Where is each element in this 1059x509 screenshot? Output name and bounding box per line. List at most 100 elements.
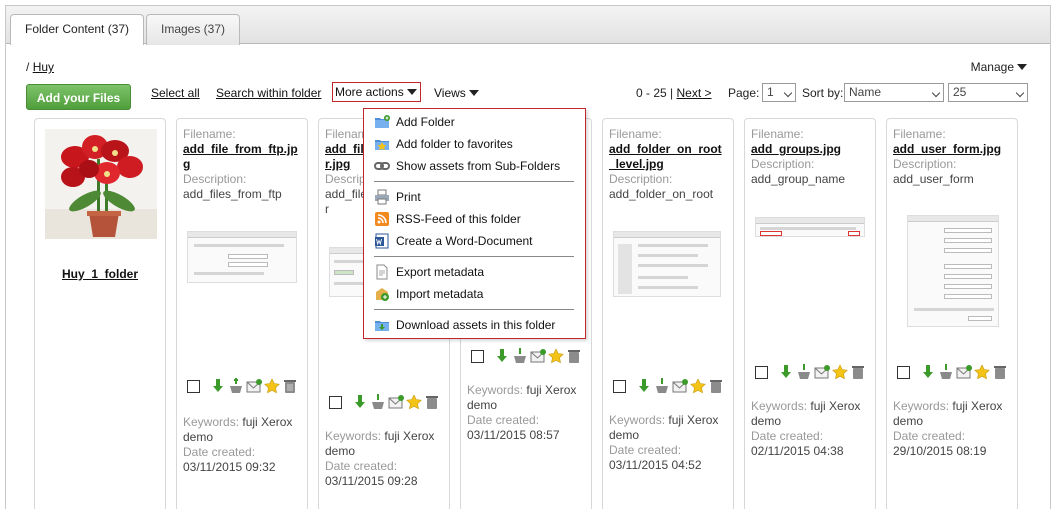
sort-select-value: Name xyxy=(849,85,882,99)
select-checkbox[interactable] xyxy=(755,365,768,379)
download-icon[interactable] xyxy=(636,378,652,394)
breadcrumb-current[interactable]: Huy xyxy=(33,60,54,74)
sort-select[interactable]: Name xyxy=(844,83,944,102)
manage-menu[interactable]: Manage xyxy=(971,60,1027,74)
chevron-down-icon xyxy=(931,88,941,98)
download-icon[interactable] xyxy=(352,394,368,410)
date-created-value: 03/11/2015 08:57 xyxy=(467,428,560,442)
tab-folder-content[interactable]: Folder Content (37) xyxy=(10,14,145,45)
asset-card[interactable]: Filename: add_user_form.jpg Description:… xyxy=(886,118,1018,509)
add-to-basket-icon[interactable] xyxy=(370,394,386,410)
trash-icon[interactable] xyxy=(850,364,866,380)
add-to-basket-icon[interactable] xyxy=(796,364,812,380)
favorite-star-icon[interactable] xyxy=(548,348,564,364)
more-actions-button[interactable]: More actions xyxy=(332,82,421,102)
add-folder-icon xyxy=(374,114,390,130)
trash-icon[interactable] xyxy=(992,364,1008,380)
select-checkbox[interactable] xyxy=(897,365,910,379)
asset-card[interactable]: Filename: add_file_from_ftp.jpg Descript… xyxy=(176,118,308,509)
page-select[interactable]: 1 xyxy=(762,83,796,102)
menu-divider xyxy=(374,181,574,182)
link-icon xyxy=(374,158,390,174)
favorite-star-icon[interactable] xyxy=(974,364,990,380)
folder-thumbnail[interactable] xyxy=(45,129,157,239)
next-page-link[interactable]: Next > xyxy=(676,86,711,100)
select-checkbox[interactable] xyxy=(471,349,484,363)
favorite-star-icon[interactable] xyxy=(832,364,848,380)
date-created-value: 03/11/2015 04:52 xyxy=(609,458,702,472)
breadcrumb: / Huy xyxy=(26,60,54,74)
folder-name-link[interactable]: Huy_1_folder xyxy=(35,267,165,281)
add-to-basket-icon[interactable] xyxy=(654,378,670,394)
add-files-button[interactable]: Add your Files xyxy=(26,84,131,110)
email-icon[interactable] xyxy=(530,348,546,364)
menu-item-rss[interactable]: RSS-Feed of this folder xyxy=(374,209,579,229)
menu-item-download-assets[interactable]: Download assets in this folder xyxy=(374,315,579,335)
menu-item-add-folder[interactable]: Add Folder xyxy=(374,112,579,132)
favorite-star-icon[interactable] xyxy=(406,394,422,410)
date-created-label: Date created: xyxy=(467,413,540,427)
menu-item-label: Export metadata xyxy=(396,265,485,279)
folder-card[interactable]: Huy_1_folder xyxy=(34,118,166,509)
download-icon[interactable] xyxy=(778,364,794,380)
keywords-label: Keywords: fuji Xerox demo xyxy=(751,399,861,428)
email-icon[interactable] xyxy=(956,364,972,380)
menu-item-label: Add folder to favorites xyxy=(396,137,513,151)
email-icon[interactable] xyxy=(814,364,830,380)
trash-icon[interactable] xyxy=(424,394,440,410)
filename-link[interactable]: add_file_from_ftp.jpg xyxy=(183,142,301,172)
paging-range: 0 - 25 | xyxy=(636,86,674,100)
per-page-select[interactable]: 25 xyxy=(948,83,1028,102)
menu-item-import-metadata[interactable]: Import metadata xyxy=(374,284,579,304)
favorite-folder-icon xyxy=(374,136,390,152)
filename-label: Filename: xyxy=(751,127,804,141)
favorite-star-icon[interactable] xyxy=(690,378,706,394)
menu-item-label: Download assets in this folder xyxy=(396,318,556,332)
asset-thumbnail[interactable] xyxy=(907,215,999,327)
date-created-label: Date created: xyxy=(183,445,256,459)
add-to-basket-icon[interactable] xyxy=(512,348,528,364)
menu-item-word-document[interactable]: Create a Word-Document xyxy=(374,231,579,251)
per-page-value: 25 xyxy=(953,85,967,99)
views-button[interactable]: Views xyxy=(434,86,479,100)
download-icon[interactable] xyxy=(920,364,936,380)
select-checkbox[interactable] xyxy=(187,379,200,393)
chevron-down-icon xyxy=(1015,88,1025,98)
email-icon[interactable] xyxy=(672,378,688,394)
email-icon[interactable] xyxy=(246,378,262,394)
date-created-value: 02/11/2015 04:38 xyxy=(751,444,844,458)
menu-item-add-favorites[interactable]: Add folder to favorites xyxy=(374,134,579,154)
favorite-star-icon[interactable] xyxy=(264,378,280,394)
select-checkbox[interactable] xyxy=(329,395,342,409)
tab-images[interactable]: Images (37) xyxy=(146,14,241,45)
asset-actions xyxy=(471,347,582,365)
asset-thumbnail[interactable] xyxy=(613,231,721,297)
trash-icon[interactable] xyxy=(282,378,298,394)
menu-item-export-metadata[interactable]: Export metadata xyxy=(374,262,579,282)
download-icon[interactable] xyxy=(210,378,226,394)
asset-thumbnail[interactable] xyxy=(755,217,865,237)
filename-label: Filename: xyxy=(609,127,662,141)
email-icon[interactable] xyxy=(388,394,404,410)
filename-link[interactable]: add_folder_on_root_level.jpg xyxy=(609,142,727,172)
asset-card[interactable]: Filename: add_groups.jpg Description: ad… xyxy=(744,118,876,509)
import-icon xyxy=(374,286,390,302)
rss-icon xyxy=(374,211,390,227)
add-to-basket-icon[interactable] xyxy=(938,364,954,380)
menu-item-print[interactable]: Print xyxy=(374,187,579,207)
select-all-link[interactable]: Select all xyxy=(151,86,200,100)
filename-link[interactable]: add_user_form.jpg xyxy=(893,142,1011,157)
select-checkbox[interactable] xyxy=(613,379,626,393)
menu-item-label: Print xyxy=(396,190,421,204)
asset-card[interactable]: Filename: add_folder_on_root_level.jpg D… xyxy=(602,118,734,509)
filename-link[interactable]: add_groups.jpg xyxy=(751,142,869,157)
page-select-value: 1 xyxy=(767,85,774,99)
trash-icon[interactable] xyxy=(566,348,582,364)
asset-thumbnail[interactable] xyxy=(187,231,297,283)
download-icon[interactable] xyxy=(494,348,510,364)
description-value: add_files_from_ftp xyxy=(183,187,282,201)
add-to-basket-icon[interactable] xyxy=(228,378,244,394)
trash-icon[interactable] xyxy=(708,378,724,394)
menu-item-show-subfolders[interactable]: Show assets from Sub-Folders xyxy=(374,156,579,176)
search-within-folder-link[interactable]: Search within folder xyxy=(216,86,321,100)
